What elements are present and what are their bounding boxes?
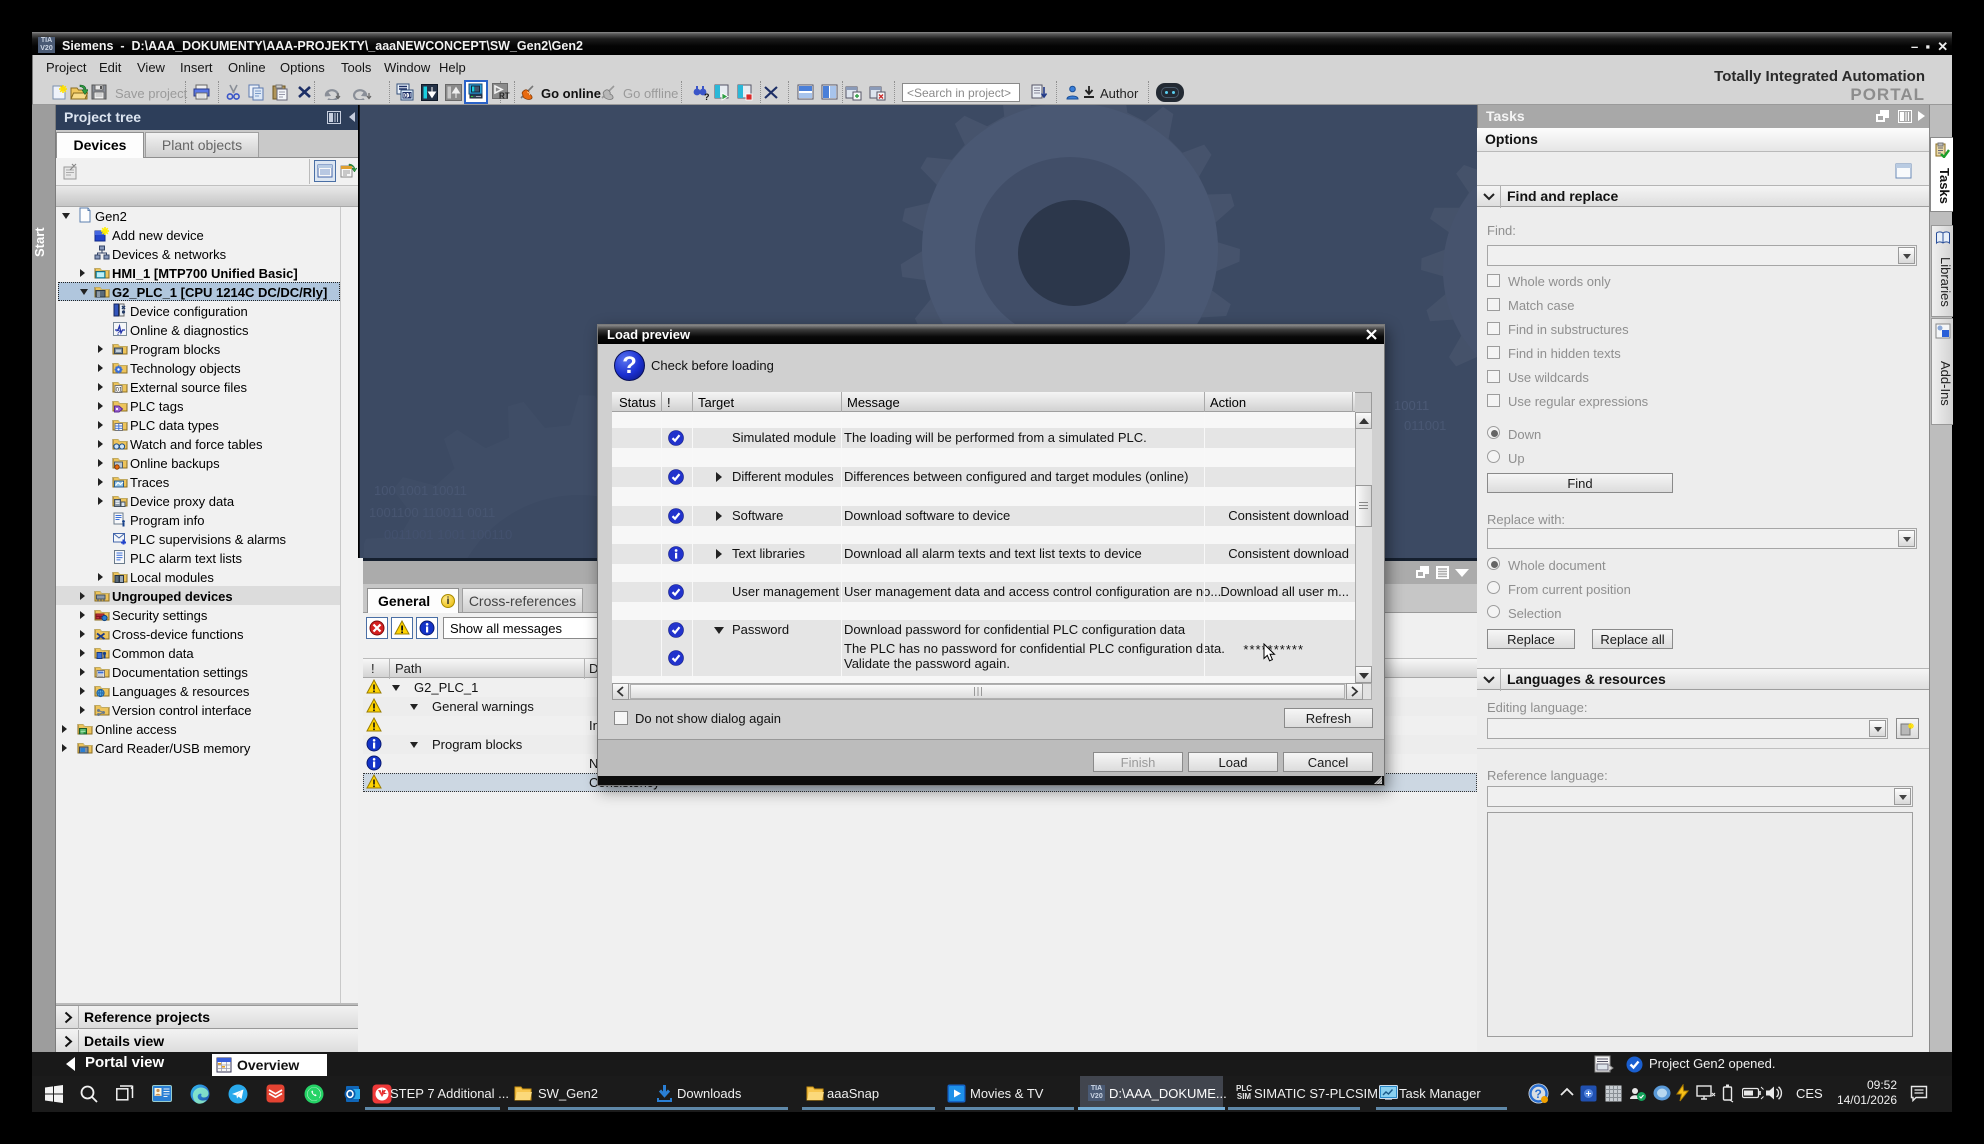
svg-text:RT: RT bbox=[499, 92, 510, 101]
svg-text:01: 01 bbox=[404, 93, 412, 100]
svg-text:011001: 011001 bbox=[1404, 418, 1446, 433]
svg-text:?: ? bbox=[116, 330, 120, 337]
svg-text:?: ? bbox=[704, 92, 710, 101]
svg-text:100 1001 10011: 100 1001 10011 bbox=[374, 483, 467, 498]
svg-text:0011001 1001 100110: 0011001 1001 100110 bbox=[384, 527, 512, 542]
svg-text:?: ? bbox=[1535, 1087, 1542, 1101]
svg-text:01: 01 bbox=[116, 387, 123, 393]
svg-text:1001100 110011 0011: 1001100 110011 0011 bbox=[369, 505, 495, 520]
svg-text:10011: 10011 bbox=[1394, 398, 1429, 413]
